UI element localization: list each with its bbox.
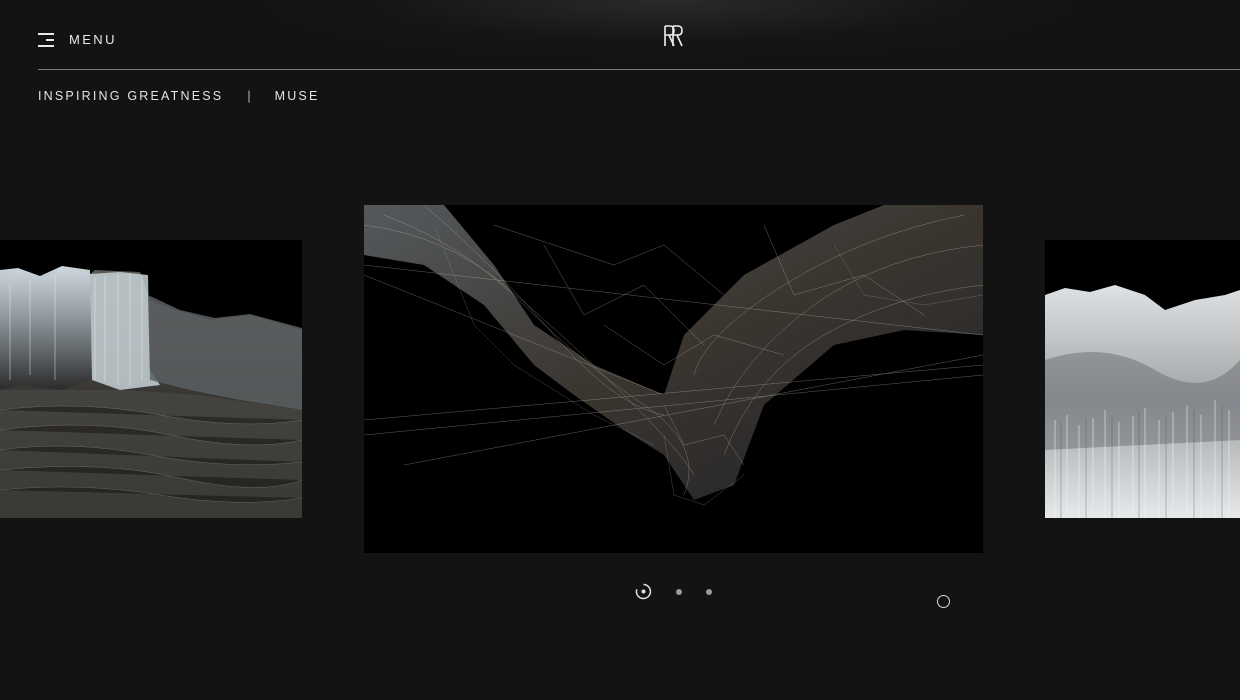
carousel-pagination <box>635 583 712 600</box>
hamburger-menu-icon <box>38 32 54 47</box>
menu-button[interactable]: MENU <box>38 32 117 47</box>
circle-control-icon[interactable] <box>937 595 950 608</box>
pagination-dot[interactable] <box>706 588 712 595</box>
breadcrumb: INSPIRING GREATNESS | MUSE <box>38 89 320 103</box>
pagination-dot[interactable] <box>676 588 682 595</box>
carousel-slide-next[interactable] <box>1045 240 1240 518</box>
breadcrumb-separator: | <box>247 89 251 103</box>
menu-label: MENU <box>69 32 117 47</box>
carousel-slide-current[interactable] <box>364 205 983 553</box>
wireframe-landscape-image <box>364 205 983 553</box>
rr-monogram-logo[interactable] <box>662 24 686 48</box>
header-divider <box>38 69 1240 70</box>
ice-landscape-image <box>0 240 302 518</box>
breadcrumb-item-inspiring-greatness[interactable]: INSPIRING GREATNESS <box>38 89 223 103</box>
crystal-landscape-image <box>1045 240 1240 518</box>
page: MENU INSPIRING GREATNESS | MUSE <box>0 0 1240 700</box>
breadcrumb-item-muse[interactable]: MUSE <box>275 89 320 103</box>
pagination-active-dot-icon[interactable] <box>635 583 652 600</box>
header: MENU <box>0 0 1240 70</box>
carousel-slide-previous[interactable] <box>0 240 302 518</box>
